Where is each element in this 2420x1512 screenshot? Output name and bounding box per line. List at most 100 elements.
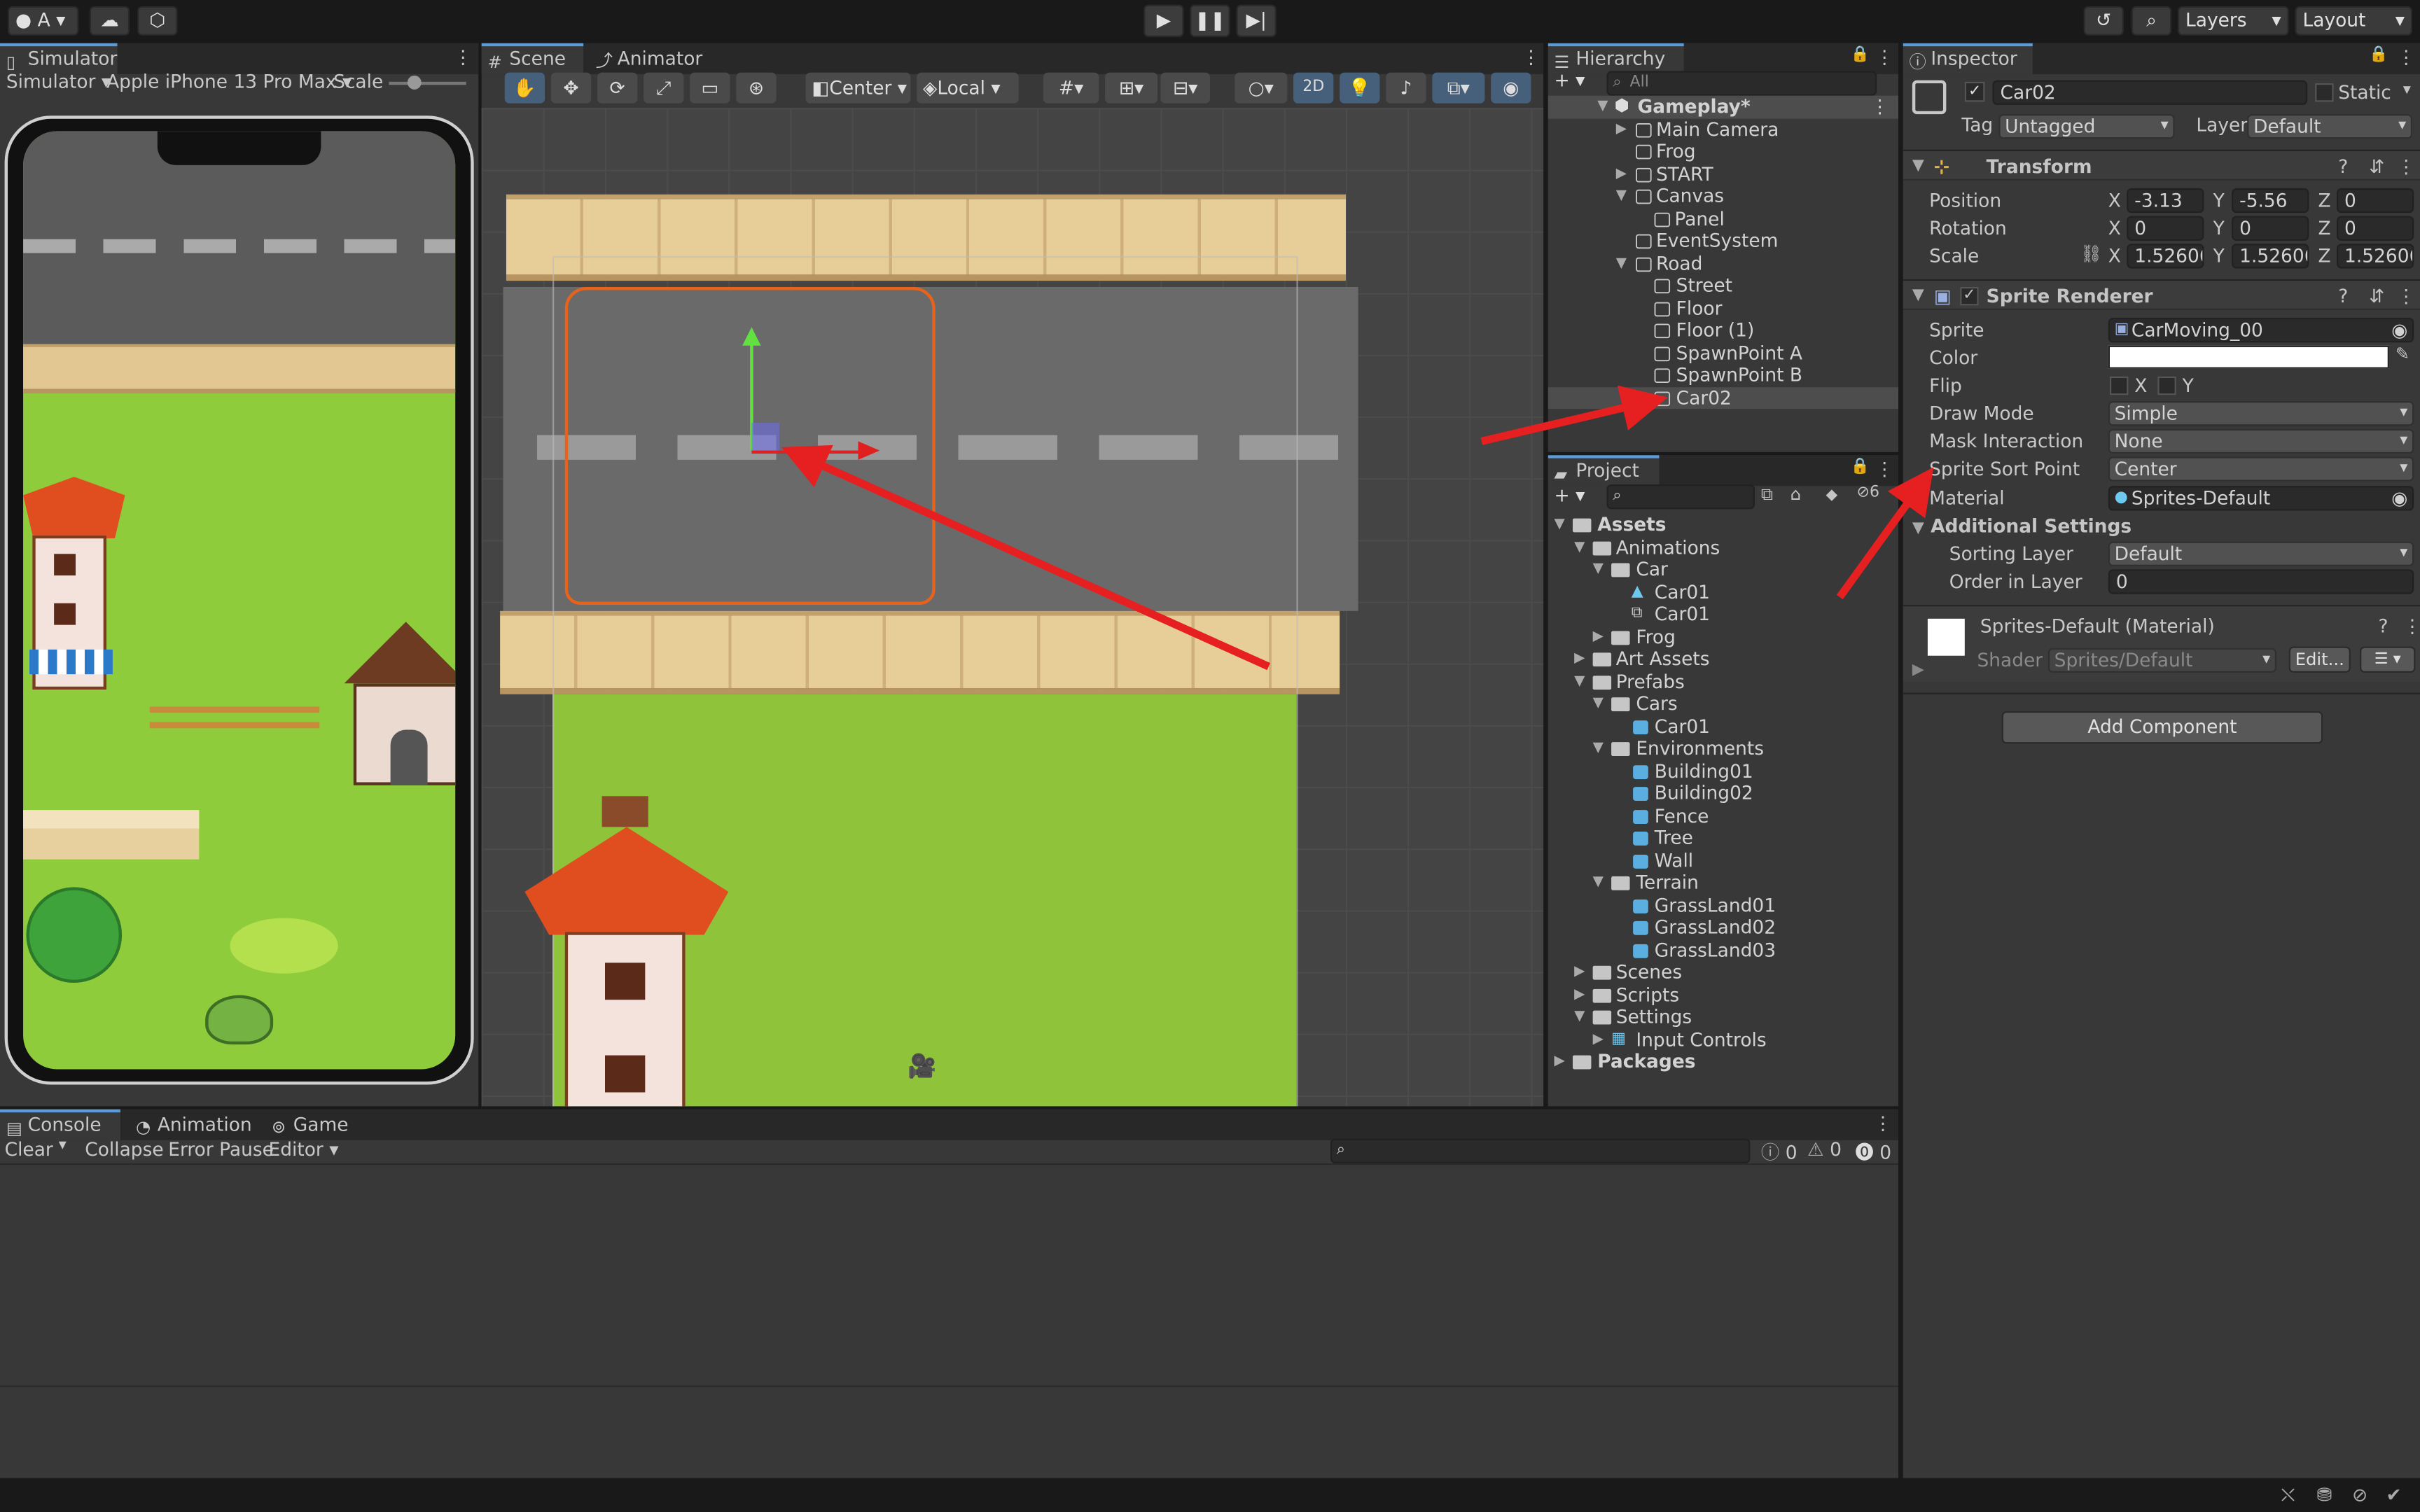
list-item[interactable]: Wall [1548,849,1898,872]
snap-grid-icon[interactable]: #▾ [1043,72,1099,104]
object-picker-icon[interactable]: ◉ [2391,319,2407,341]
space-dropdown[interactable]: ◈Local ▾ [917,72,1019,104]
transform-header[interactable]: ▼ ⊹ Transform ? ⇵ ⋮ [1903,149,2420,182]
scene-viewport[interactable]: 🎥 [481,108,1544,1107]
favorite-icon[interactable]: ⬥ [1826,484,1837,506]
list-item[interactable]: ▼ Canvas [1548,185,1898,207]
order-in-layer-field[interactable]: 0 [2108,569,2414,594]
collapse-button[interactable]: Collapse [85,1139,163,1161]
align-icon[interactable]: ⊟▾ [1160,72,1211,104]
list-item[interactable]: SpawnPoint A [1548,342,1898,364]
static-checkbox[interactable] [2315,83,2334,102]
editor-dropdown[interactable]: Editor ▾ [269,1139,339,1161]
sorting-layer-dropdown[interactable]: Default [2108,541,2414,566]
move-gizmo-plane[interactable] [751,422,780,451]
audio-icon[interactable]: ♪ [1386,72,1426,104]
transform-tool-icon[interactable]: ⊛ [736,72,777,104]
list-item[interactable]: Car01 [1548,715,1898,738]
rotation-z-field[interactable]: 0 [2337,216,2414,241]
create-asset-button[interactable]: + ▾ [1555,484,1585,506]
create-add-button[interactable]: + ▾ [1555,69,1585,91]
scale-y-field[interactable]: 1.526065 [2232,244,2309,269]
list-item[interactable]: ▶ Packages [1548,1051,1898,1073]
list-item[interactable]: ▼ ⬢ Gameplay* ⋮ [1548,95,1899,118]
move-tool-icon[interactable]: ✥ [550,72,592,104]
hand-tool-icon[interactable]: ✋ [504,72,545,104]
list-item[interactable]: Floor (1) [1548,319,1898,342]
add-component-button[interactable]: Add Component [2001,711,2323,744]
list-item[interactable]: ▶ Main Camera [1548,118,1898,141]
position-y-field[interactable]: -5.56 [2232,188,2309,214]
scale-x-field[interactable]: 1.526065 [2127,244,2204,269]
list-item[interactable]: Panel [1548,207,1898,230]
shader-dropdown[interactable]: Sprites/Default [2047,648,2277,673]
list-item[interactable]: SpawnPoint B [1548,364,1898,386]
list-item[interactable]: ▶ Scripts [1548,983,1898,1006]
lighting-icon[interactable]: 💡 [1340,72,1380,104]
sprite-renderer-header[interactable]: ▼ ▣ ✓ Sprite Renderer ? ⇵ ⋮ [1903,279,2420,312]
tab-animator[interactable]: ⤴ Animator [590,43,713,74]
list-item[interactable]: GrassLand01 [1548,894,1898,916]
help-icon[interactable]: ? [2338,281,2348,312]
panel-menu-icon[interactable]: ⋮ [454,46,472,68]
flip-x-checkbox[interactable] [2110,376,2129,396]
position-x-field[interactable]: -3.13 [2127,188,2204,214]
simulator-mode-dropdown[interactable]: Simulator ▾ [6,71,111,92]
scale-slider-handle[interactable] [407,76,422,90]
list-item[interactable]: Tree [1548,827,1898,849]
preset-icon[interactable]: ⇵ [2369,151,2384,182]
device-dropdown[interactable]: Apple iPhone 13 Pro Max ▾ [106,71,352,92]
cache-icon[interactable]: ✔ [2386,1484,2402,1506]
tab-animation[interactable]: ◔ Animation [130,1110,263,1140]
list-item[interactable]: ▼ Cars [1548,693,1898,715]
debug-mode-icon[interactable]: ⛌ [2281,1484,2295,1507]
list-item[interactable]: ▶ START [1548,163,1898,186]
lock-icon[interactable]: 🔒 [1851,46,1870,63]
move-gizmo-y-head[interactable] [742,327,761,346]
additional-settings-foldout[interactable]: ▼ Additional Settings [1912,515,2132,537]
list-item[interactable]: ▼ Assets [1548,514,1898,536]
enabled-checkbox[interactable]: ✓ [1960,286,1979,306]
layer-dropdown[interactable]: Default [2247,114,2413,139]
object-picker-icon[interactable]: ◉ [2391,487,2407,509]
preset-icon[interactable]: ⇵ [2369,281,2384,312]
list-item[interactable]: ▼ Settings [1548,1006,1898,1028]
console-log-area[interactable] [0,1166,1898,1385]
list-item[interactable]: GrassLand03 [1548,939,1898,961]
search-by-type-icon[interactable]: ⧉ [1761,484,1773,506]
rotation-y-field[interactable]: 0 [2232,216,2309,241]
material-field[interactable]: ● Sprites-Default ◉ [2108,486,2414,511]
log-count-toggle[interactable]: ⓘ 0 [1761,1139,1797,1165]
constrain-proportions-icon[interactable]: ⛓ [2080,244,2102,264]
history-icon[interactable]: ↺ [2083,6,2124,36]
search-icon[interactable]: ⌕ [2131,6,2172,36]
effects-icon[interactable]: ⧉▾ [1432,72,1485,104]
list-item[interactable]: ▶ Scenes [1548,961,1898,983]
list-item[interactable]: ▼ Terrain [1548,872,1898,894]
static-dropdown-icon[interactable]: ▾ [2403,82,2411,99]
list-item[interactable]: Street [1548,274,1898,297]
layers-dropdown[interactable]: Layers ▾ [2177,6,2289,36]
search-by-label-icon[interactable]: ⌂ [1790,484,1801,505]
list-item[interactable]: ▶ Art Assets [1548,648,1898,671]
list-item[interactable]: EventSystem [1548,230,1898,252]
game-view[interactable] [23,131,456,1070]
draw-mode-dropdown[interactable]: Simple [2108,401,2414,426]
panel-menu-icon[interactable]: ⋮ [1874,1112,1892,1134]
component-menu-icon[interactable]: ⋮ [2397,151,2415,182]
play-button[interactable]: ▶ [1143,4,1184,37]
tab-game[interactable]: ⊚ Game [265,1110,364,1140]
scale-z-field[interactable]: 1.526065 [2337,244,2414,269]
lock-icon[interactable]: 🔒 [2369,46,2388,63]
scale-tool-icon[interactable]: ⤢ [644,72,684,104]
error-count-toggle[interactable]: ⓿ 0 [1855,1139,1891,1165]
scale-slider[interactable] [389,81,466,85]
tab-console[interactable]: ▤ Console [0,1109,120,1140]
mask-interaction-dropdown[interactable]: None [2108,428,2414,454]
shader-menu-button[interactable]: ☰ ▾ [2360,646,2416,673]
2d-toggle[interactable]: 2D [1293,72,1334,104]
sort-point-dropdown[interactable]: Center [2108,456,2414,482]
rotate-tool-icon[interactable]: ⟳ [597,72,638,104]
active-checkbox[interactable]: ✓ [1964,81,1985,102]
list-item[interactable]: ⧉ Car01 [1548,603,1898,626]
